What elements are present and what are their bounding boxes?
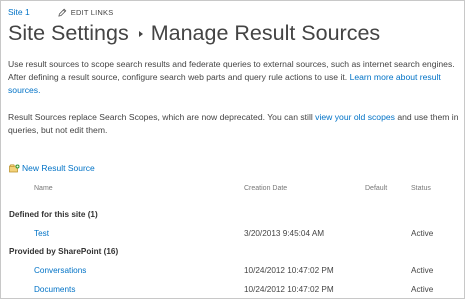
page-title: Site Settings Manage Result Sources	[8, 18, 380, 48]
new-result-source-label: New Result Source	[22, 163, 95, 173]
group-header-site: Defined for this site (1)	[9, 210, 98, 219]
result-source-name-link[interactable]: Conversations	[34, 266, 86, 275]
site-link[interactable]: Site 1	[8, 7, 30, 17]
page-frame: Site 1 EDIT LINKS Site Settings Manage R…	[0, 0, 465, 299]
view-old-scopes-link[interactable]: view your old scopes	[315, 112, 395, 122]
group-header-sharepoint: Provided by SharePoint (16)	[9, 247, 119, 256]
status-cell: Active	[411, 266, 434, 275]
description-paragraph-2: Result Sources replace Search Scopes, wh…	[8, 111, 460, 137]
column-header-name[interactable]: Name	[34, 185, 53, 192]
edit-links-label: EDIT LINKS	[70, 7, 114, 17]
title-parent-link[interactable]: Site Settings	[8, 21, 129, 46]
breadcrumb-arrow-icon	[138, 31, 143, 37]
creation-date-cell: 10/24/2012 10:47:02 PM	[244, 266, 334, 275]
result-source-name-link[interactable]: Test	[34, 229, 49, 238]
table-row: Documents 10/24/2012 10:47:02 PM Active	[1, 285, 464, 298]
title-current: Manage Result Sources	[150, 20, 381, 45]
new-item-icon	[9, 164, 20, 172]
top-links-bar: Site 1 EDIT LINKS	[8, 5, 113, 19]
creation-date-cell: 10/24/2012 10:47:02 PM	[244, 285, 334, 294]
result-source-name-link[interactable]: Documents	[34, 285, 75, 294]
column-header-status[interactable]: Status	[411, 185, 431, 192]
pencil-icon	[58, 8, 67, 17]
status-cell: Active	[411, 229, 434, 238]
column-header-creation-date[interactable]: Creation Date	[244, 185, 287, 192]
status-cell: Active	[411, 285, 434, 294]
column-header-default[interactable]: Default	[365, 185, 387, 192]
table-row: Conversations 10/24/2012 10:47:02 PM Act…	[1, 266, 464, 280]
description-text-2a: Result Sources replace Search Scopes, wh…	[8, 112, 316, 122]
creation-date-cell: 3/20/2013 9:45:04 AM	[244, 229, 325, 238]
new-result-source-button[interactable]: New Result Source	[9, 163, 95, 173]
edit-links-button[interactable]: EDIT LINKS	[58, 8, 114, 17]
description-paragraph-1: Use result sources to scope search resul…	[8, 58, 460, 97]
table-row: Test 3/20/2013 9:45:04 AM Active	[1, 229, 464, 243]
